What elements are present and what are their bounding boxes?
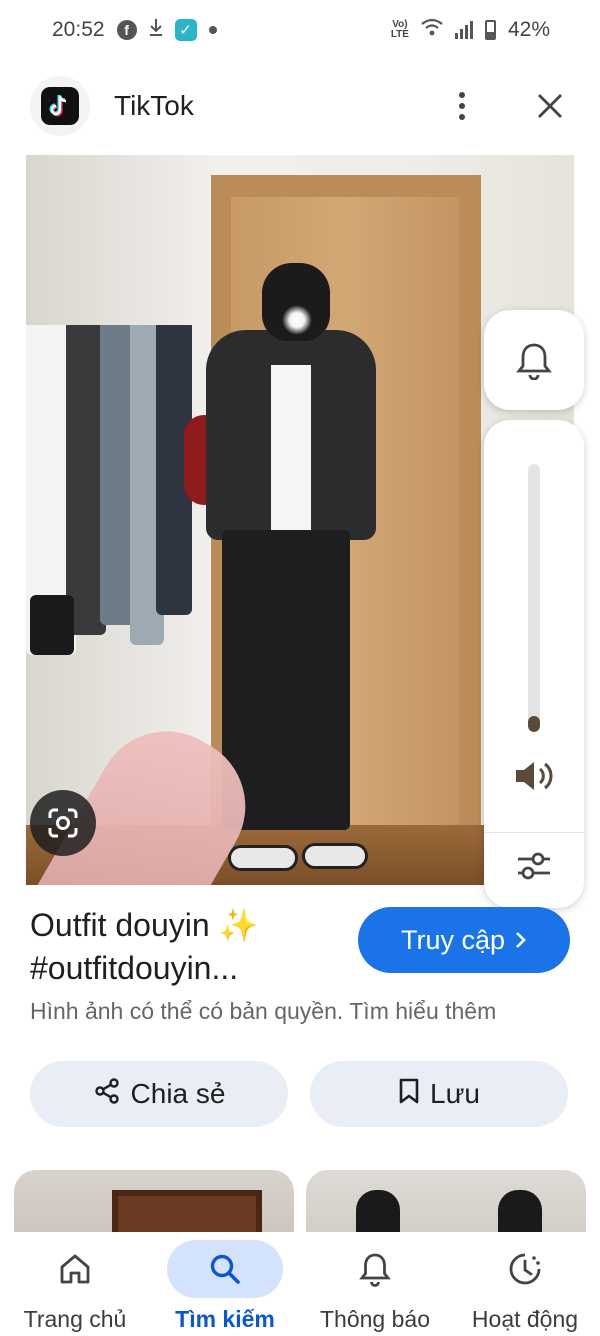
download-icon — [149, 17, 163, 43]
bookmark-icon — [398, 1077, 420, 1112]
battery-percent: 42% — [507, 18, 550, 41]
bell-icon — [359, 1253, 391, 1287]
ringer-mode-button[interactable] — [484, 310, 584, 410]
nav-search[interactable]: Tìm kiếm — [150, 1232, 300, 1336]
nav-activity[interactable]: Hoạt động — [450, 1232, 600, 1336]
volume-panel — [484, 420, 584, 908]
google-lens-icon[interactable] — [30, 790, 96, 856]
volte-icon: Vo) LTE — [390, 19, 409, 40]
home-icon — [60, 1254, 90, 1284]
facebook-icon: f — [116, 20, 137, 40]
nav-home-label: Trang chủ — [23, 1306, 127, 1332]
share-icon — [93, 1077, 121, 1112]
tiktok-logo-icon — [30, 76, 90, 136]
visit-button-label: Truy cập — [400, 924, 506, 955]
photo-shoe-left — [228, 845, 298, 871]
photo-phone-flash — [282, 305, 312, 335]
signal-icon — [454, 21, 473, 39]
close-icon[interactable] — [530, 86, 570, 126]
wifi-icon — [421, 18, 443, 42]
status-bar: 20:52 f ✓ Vo) LTE 42% — [0, 0, 600, 60]
nav-search-label: Tìm kiếm — [175, 1306, 275, 1332]
visit-button[interactable]: Truy cập — [358, 907, 570, 973]
bottom-navigation: Trang chủ Tìm kiếm Thông báo Hoạt động — [0, 1232, 600, 1336]
search-icon — [210, 1254, 240, 1284]
volume-icon[interactable] — [512, 754, 556, 798]
save-button-label: Lưu — [430, 1078, 480, 1109]
more-vert-icon[interactable] — [442, 86, 482, 126]
share-button[interactable]: Chia sẻ — [30, 1061, 288, 1127]
history-icon — [509, 1253, 541, 1285]
chevron-right-icon — [515, 925, 527, 956]
dot-icon — [208, 26, 217, 34]
app-title: TikTok — [114, 90, 194, 121]
bell-icon — [516, 343, 552, 380]
battery-icon — [484, 20, 496, 40]
photo-shoe-right — [302, 843, 368, 869]
nav-home[interactable]: Trang chủ — [0, 1232, 150, 1336]
status-bar-left: 20:52 f ✓ — [52, 17, 217, 43]
volume-divider — [484, 832, 584, 833]
nav-notifications-pill — [317, 1240, 433, 1298]
nav-search-pill — [167, 1240, 283, 1298]
share-button-label: Chia sẻ — [130, 1078, 226, 1109]
volume-slider-fill — [528, 715, 540, 732]
photo-person-shirt — [271, 365, 311, 535]
nav-activity-label: Hoạt động — [471, 1306, 579, 1332]
nav-notifications[interactable]: Thông báo — [300, 1232, 450, 1336]
status-time: 20:52 — [52, 18, 105, 41]
app-header: TikTok — [0, 72, 600, 140]
copyright-notice[interactable]: Hình ảnh có thể có bản quyền. Tìm hiểu t… — [30, 998, 496, 1025]
check-app-icon: ✓ — [174, 19, 197, 41]
nav-activity-pill — [467, 1240, 583, 1298]
status-bar-right: Vo) LTE 42% — [391, 18, 550, 42]
volume-slider[interactable] — [528, 464, 540, 732]
equalizer-icon[interactable] — [514, 846, 554, 886]
save-button[interactable]: Lưu — [310, 1061, 568, 1127]
nav-home-pill — [17, 1240, 133, 1298]
nav-notifications-label: Thông báo — [320, 1306, 430, 1332]
result-title[interactable]: Outfit douyin ✨ #outfitdouyin... — [30, 904, 340, 990]
